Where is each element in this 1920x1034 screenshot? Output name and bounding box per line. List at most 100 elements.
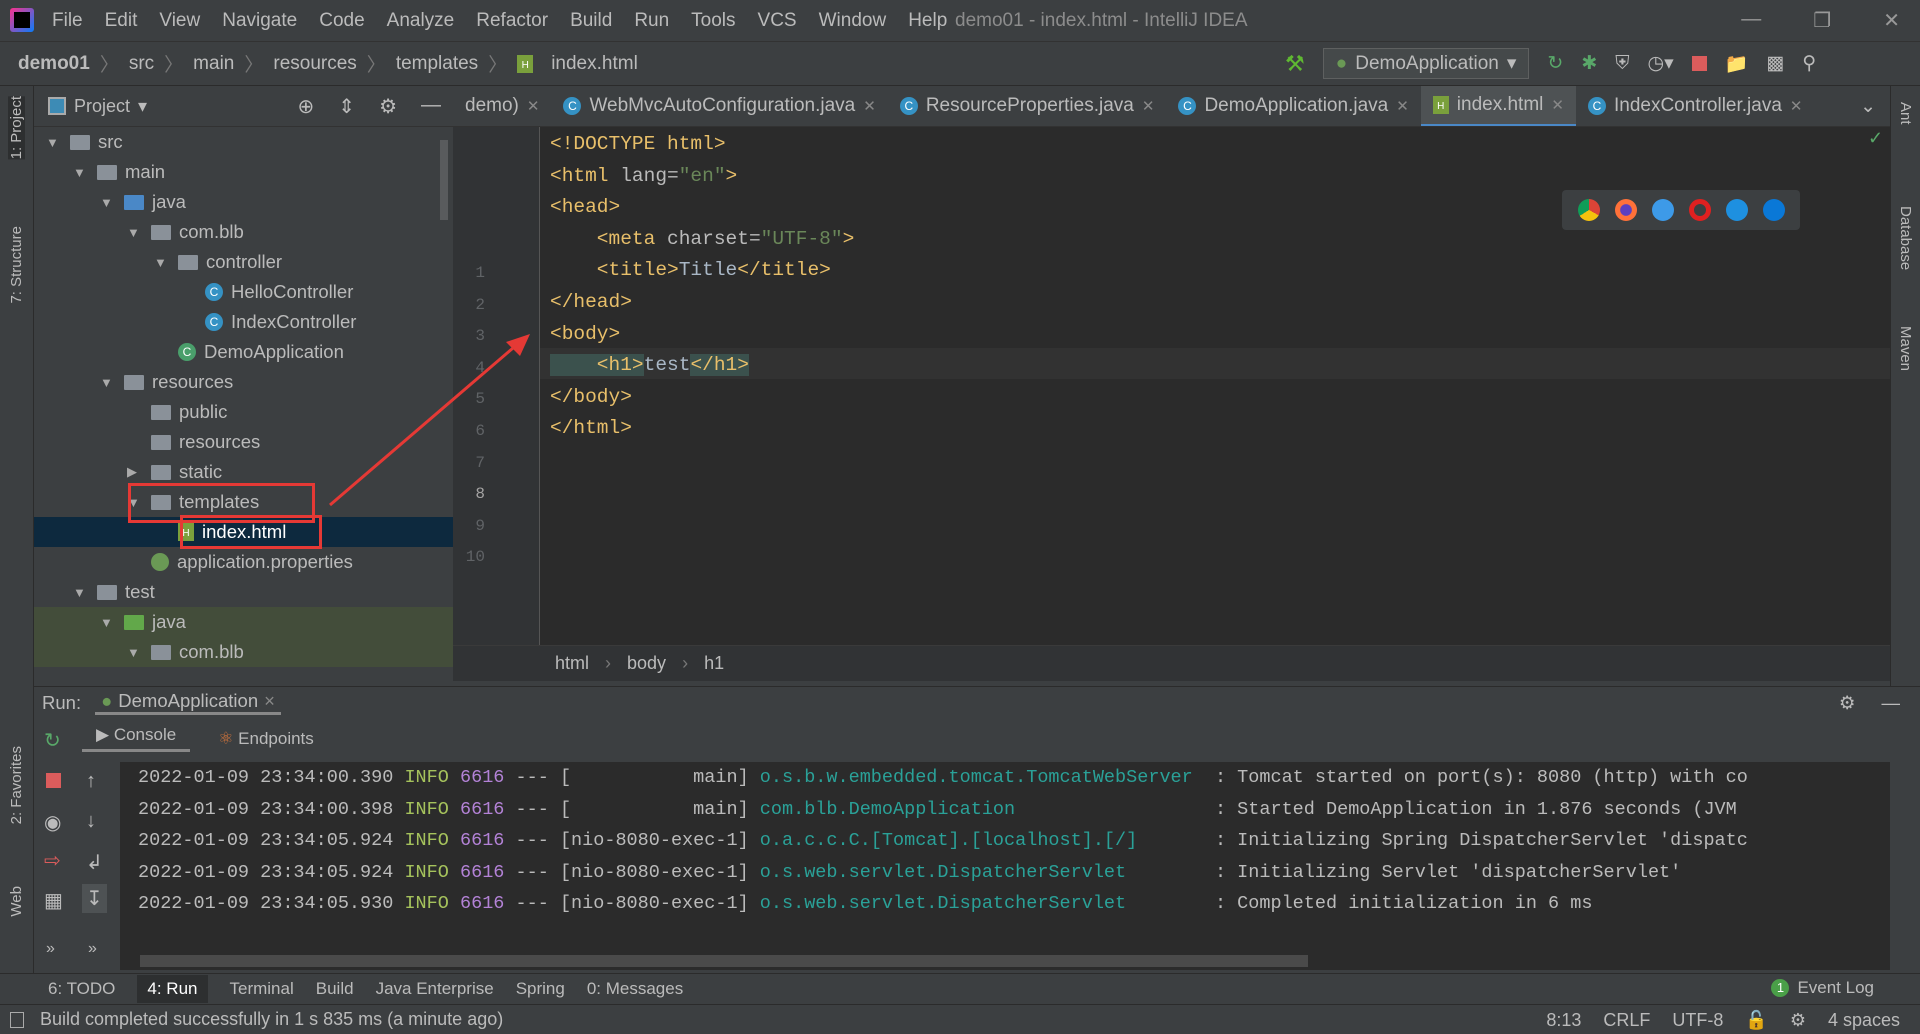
camera-icon[interactable]: ◉ — [44, 810, 61, 835]
status-message[interactable]: Build completed successfully in 1 s 835 … — [40, 1009, 503, 1030]
menu-navigate[interactable]: Navigate — [222, 10, 297, 32]
collapsed-arrow-icon[interactable]: ▶ — [127, 464, 143, 480]
tool-4-run[interactable]: 4: Run — [137, 975, 208, 1003]
stop-icon[interactable] — [46, 773, 61, 788]
up-arrow-icon[interactable]: ↑ — [86, 770, 96, 793]
menu-vcs[interactable]: VCS — [758, 10, 797, 32]
close-tab-icon[interactable]: ✕ — [1551, 96, 1564, 114]
firefox-icon[interactable] — [1614, 199, 1637, 221]
restore-button[interactable]: ❐ — [1813, 8, 1831, 33]
tool-favorites[interactable]: 2: Favorites — [8, 746, 25, 824]
tool-terminal[interactable]: Terminal — [230, 979, 294, 999]
close-tab-icon[interactable]: ✕ — [1142, 97, 1155, 115]
terminal-icon[interactable]: ▩ — [1766, 52, 1784, 75]
tool-maven[interactable]: Maven — [1897, 326, 1914, 371]
more-tabs-icon[interactable]: ⌄ — [1860, 95, 1890, 118]
menu-view[interactable]: View — [159, 10, 200, 32]
menu-tools[interactable]: Tools — [691, 10, 735, 32]
console-scrollbar[interactable] — [140, 955, 1308, 967]
project-view-select[interactable]: Project — [74, 96, 130, 117]
crumb-templates[interactable]: templates — [396, 53, 478, 75]
crumb-file[interactable]: index.html — [551, 53, 638, 75]
tree-scrollbar[interactable] — [440, 140, 448, 220]
opera-icon[interactable] — [1688, 199, 1711, 221]
minimize-button[interactable]: — — [1741, 8, 1761, 33]
hide-icon[interactable]: — — [1882, 692, 1901, 714]
menu-help[interactable]: Help — [908, 10, 947, 32]
tool-ant[interactable]: Ant — [1897, 102, 1914, 125]
crumb-html[interactable]: html — [555, 653, 589, 674]
crumb-h1[interactable]: h1 — [704, 653, 724, 674]
rerun-icon[interactable]: ↻ — [44, 728, 61, 753]
gear-icon[interactable]: ⚙ — [1839, 692, 1856, 714]
coverage-icon[interactable]: ⛨ — [1615, 53, 1629, 75]
exit-icon[interactable]: ⇨ — [44, 848, 61, 873]
menu-run[interactable]: Run — [634, 10, 669, 32]
menu-refactor[interactable]: Refactor — [476, 10, 548, 32]
build-hammer-icon[interactable]: ⚒ — [1285, 51, 1305, 77]
project-structure-icon[interactable]: 📁 — [1725, 52, 1749, 76]
run-config-select[interactable]: ● DemoApplication ▾ — [1322, 48, 1530, 79]
tree-item[interactable]: ▼ com.blb — [34, 637, 453, 667]
locate-icon[interactable]: ⊕ — [298, 94, 315, 119]
tree-item[interactable]: ▼ java — [34, 607, 453, 637]
tree-item[interactable]: ▼ test — [34, 577, 453, 607]
tree-item[interactable]: ▼ main — [34, 157, 453, 187]
close-tab-icon[interactable]: ✕ — [1396, 97, 1409, 115]
line-separator[interactable]: CRLF — [1603, 1010, 1650, 1031]
rerun-icon[interactable]: ↻ — [1547, 52, 1563, 75]
gear-icon[interactable]: ⚙ — [379, 94, 397, 119]
tree-item[interactable]: ▼ controller — [34, 247, 453, 277]
ie-icon[interactable] — [1725, 199, 1748, 221]
menu-edit[interactable]: Edit — [105, 10, 138, 32]
tab-endpoints[interactable]: ⚛ Endpoints — [218, 729, 314, 749]
file-encoding[interactable]: UTF-8 — [1672, 1010, 1723, 1031]
expanded-arrow-icon[interactable]: ▼ — [154, 255, 170, 270]
crumb-body[interactable]: body — [627, 653, 666, 674]
tool-0-messages[interactable]: 0: Messages — [587, 979, 683, 999]
expanded-arrow-icon[interactable]: ▼ — [100, 375, 116, 390]
soft-wrap-icon[interactable]: ↲ — [86, 850, 103, 875]
tab-resourceproperties-java[interactable]: C ResourceProperties.java ✕ — [888, 86, 1167, 126]
tab-demoapplication-java[interactable]: C DemoApplication.java ✕ — [1166, 86, 1420, 126]
caret-position[interactable]: 8:13 — [1546, 1010, 1581, 1031]
crumb-src[interactable]: src — [129, 53, 154, 75]
tool-6-todo[interactable]: 6: TODO — [48, 979, 115, 999]
tool-spring[interactable]: Spring — [516, 979, 565, 999]
expanded-arrow-icon[interactable]: ▼ — [127, 225, 143, 240]
crumb-project[interactable]: demo01 — [18, 53, 90, 75]
chrome-icon[interactable] — [1577, 199, 1600, 221]
tree-item[interactable]: application.properties — [34, 547, 453, 577]
close-tab-icon[interactable]: ✕ — [1790, 97, 1803, 115]
tab-index-html[interactable]: Hindex.html ✕ — [1420, 86, 1576, 126]
more-icon[interactable]: » — [88, 940, 97, 958]
more-icon[interactable]: » — [46, 940, 55, 958]
tree-item[interactable]: ▼ com.blb — [34, 217, 453, 247]
expanded-arrow-icon[interactable]: ▼ — [100, 195, 116, 210]
inspector-icon[interactable]: ⚙ — [1790, 1010, 1806, 1031]
close-button[interactable]: ✕ — [1883, 8, 1900, 33]
tab-indexcontroller-java[interactable]: C IndexController.java ✕ — [1576, 86, 1815, 126]
menu-file[interactable]: File — [52, 10, 83, 32]
crumb-main[interactable]: main — [193, 53, 234, 75]
menu-analyze[interactable]: Analyze — [387, 10, 455, 32]
hide-icon[interactable]: — — [421, 94, 441, 119]
expanded-arrow-icon[interactable]: ▼ — [127, 645, 143, 660]
collapse-icon[interactable]: ⇕ — [338, 94, 355, 119]
close-tab-icon[interactable]: ✕ — [527, 97, 540, 115]
search-icon[interactable]: ⚲ — [1802, 52, 1816, 75]
indent-setting[interactable]: 4 spaces — [1828, 1010, 1900, 1031]
down-arrow-icon[interactable]: ↓ — [86, 810, 96, 833]
tab-webmvcautoconfiguration-java[interactable]: C WebMvcAutoConfiguration.java ✕ — [551, 86, 887, 126]
tree-item[interactable]: ▼ src — [34, 127, 453, 157]
tree-item[interactable]: C HelloController — [34, 277, 453, 307]
expanded-arrow-icon[interactable]: ▼ — [46, 135, 62, 150]
expanded-arrow-icon[interactable]: ▼ — [100, 615, 116, 630]
expanded-arrow-icon[interactable]: ▼ — [73, 585, 89, 600]
close-tab-icon[interactable]: ✕ — [863, 97, 876, 115]
crumb-resources[interactable]: resources — [273, 53, 356, 75]
tool-structure[interactable]: 7: Structure — [8, 226, 25, 304]
lock-icon[interactable]: 🔓 — [1745, 1010, 1767, 1031]
event-log-button[interactable]: 1 Event Log — [1771, 978, 1874, 998]
tool-project[interactable]: 1: Project — [8, 96, 25, 160]
